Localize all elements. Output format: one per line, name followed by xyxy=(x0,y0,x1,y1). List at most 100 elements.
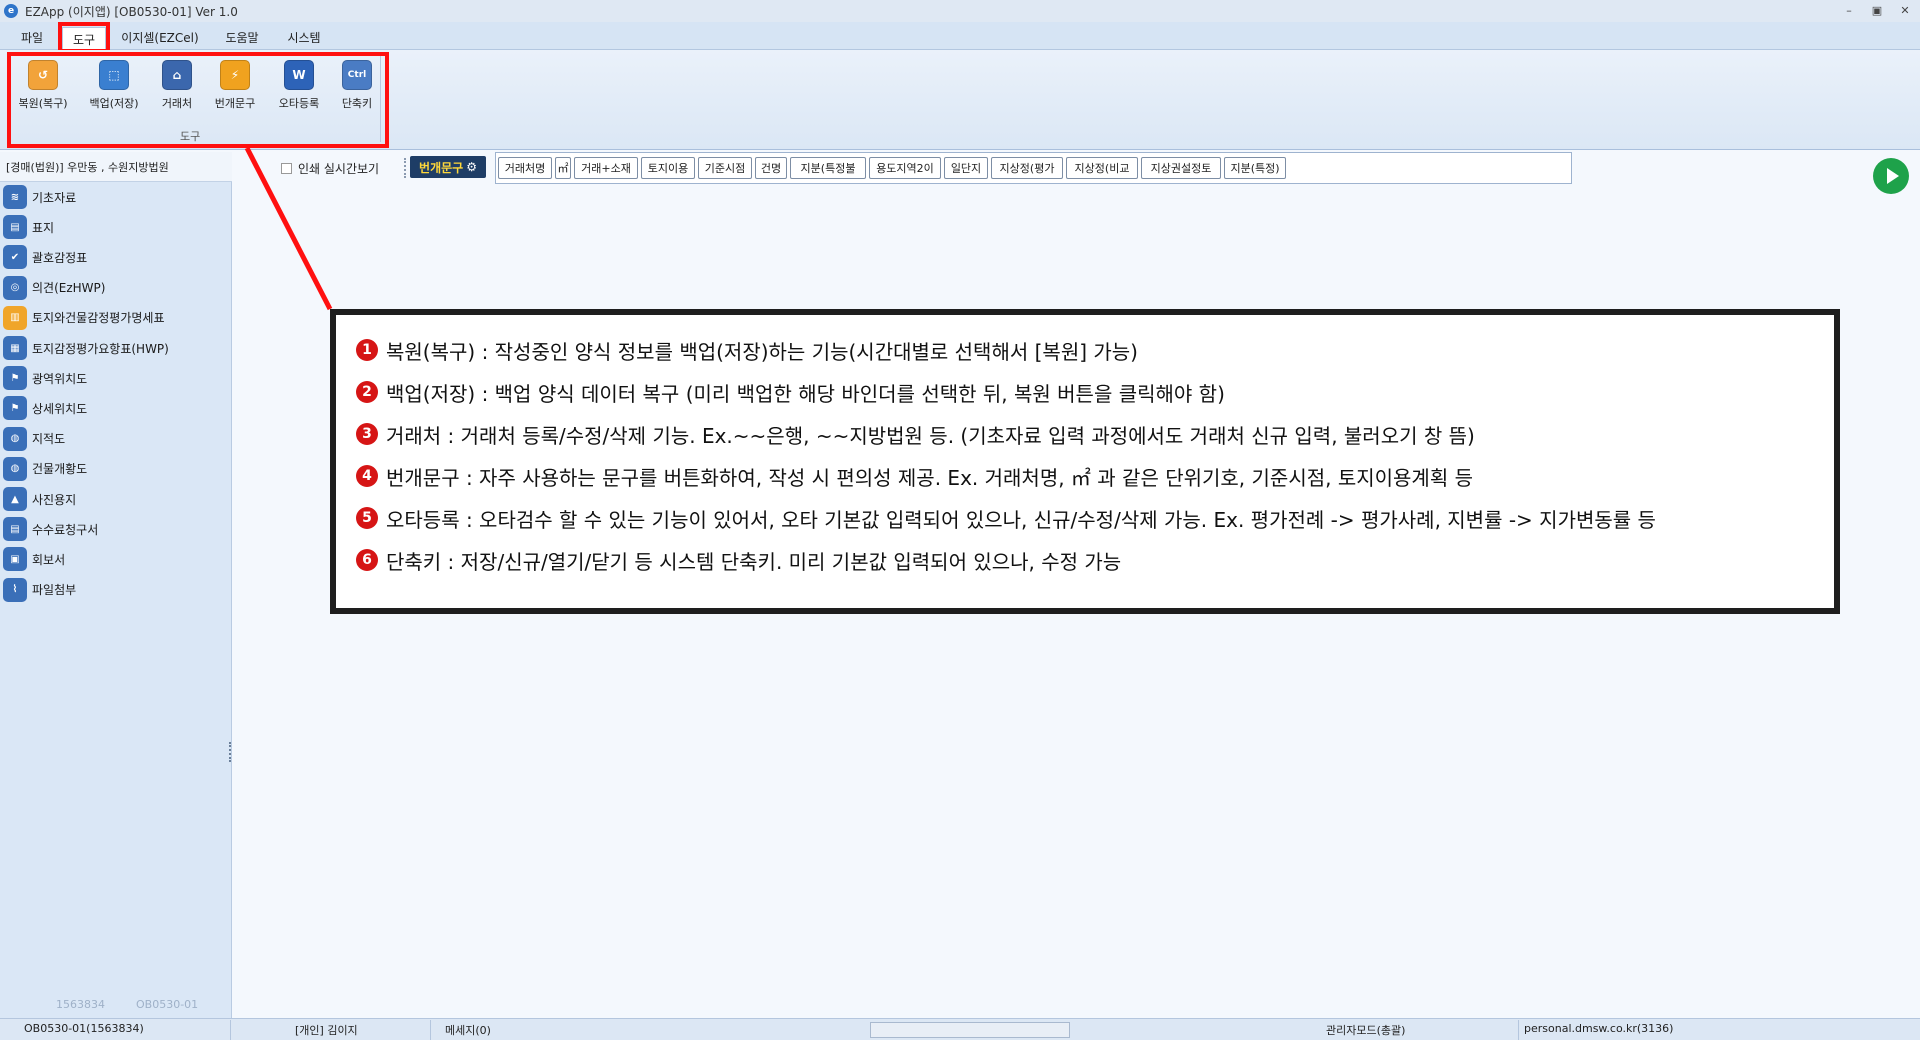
building-globe-icon: ◍ xyxy=(3,456,27,481)
location-pin-icon: ⚑ xyxy=(3,366,27,391)
annotation-line: 1 복원(복구) : 작성중인 양식 정보를 백업(저장)하는 기능(시간대별로 … xyxy=(356,329,1814,371)
status-divider xyxy=(430,1020,431,1040)
nav-item-label: 광역위치도 xyxy=(32,371,88,386)
menu-highlight-box xyxy=(58,22,110,53)
nav-item-label: 사진용지 xyxy=(32,492,77,507)
quick-phrase-chip[interactable]: ㎡ xyxy=(555,157,571,179)
window-title: EZApp (이지앱) [OB0530-01] Ver 1.0 xyxy=(25,4,238,19)
number-badge-icon: 3 xyxy=(356,423,378,445)
quick-phrase-chip[interactable]: 토지이용 xyxy=(641,157,695,179)
status-divider xyxy=(230,1020,231,1040)
nav-item[interactable]: ⚑ 상세위치도 xyxy=(0,394,232,422)
annotation-text: 번개문구 : 자주 사용하는 문구를 버튼화하여, 작성 시 편의성 제공. E… xyxy=(386,465,1473,490)
annotation-line: 5 오타등록 : 오타검수 할 수 있는 기능이 있어서, 오타 기본값 입력되어… xyxy=(356,497,1814,539)
annotation-text: 거래처 : 거래처 등록/수정/삭제 기능. Ex.~~은행, ~~지방법원 등… xyxy=(386,423,1475,448)
status-mode: 관리자모드(총괄) xyxy=(1326,1024,1406,1037)
quick-phrase-settings-label: 번개문구 xyxy=(419,160,464,175)
appraisal-check-icon: ✔ xyxy=(3,245,27,270)
nav-item-label: 괄호감정표 xyxy=(32,250,88,265)
number-badge-icon: 1 xyxy=(356,339,378,361)
quick-phrase-chip[interactable]: 건명 xyxy=(755,157,787,179)
nav-item[interactable]: ▦ 토지감정평가요항표(HWP) xyxy=(0,334,232,362)
print-preview-label: 인쇄 실시간보기 xyxy=(298,162,380,176)
app-logo-icon: e xyxy=(4,4,18,18)
quick-phrase-chip[interactable]: 거래처명 xyxy=(498,157,552,179)
panel-splitter[interactable] xyxy=(229,742,232,762)
nav-item[interactable]: ⌇ 파일첨부 xyxy=(0,576,232,604)
number-badge-icon: 4 xyxy=(356,465,378,487)
nav-item-label: 건물개황도 xyxy=(32,462,88,477)
annotation-text: 오타등록 : 오타검수 할 수 있는 기능이 있어서, 오타 기본값 입력되어 … xyxy=(386,507,1656,532)
status-progress-bar xyxy=(870,1022,1070,1038)
quick-phrase-settings-button[interactable]: 번개문구 ⚙ xyxy=(410,156,486,178)
quick-phrase-chip[interactable]: 지분(특정) xyxy=(1224,157,1286,179)
annotation-box: 1 복원(복구) : 작성중인 양식 정보를 백업(저장)하는 기능(시간대별로 … xyxy=(330,309,1840,614)
nav-item[interactable]: ▣ 회보서 xyxy=(0,545,232,573)
nav-item[interactable]: ▲ 사진용지 xyxy=(0,485,232,513)
nav-item-label: 상세위치도 xyxy=(32,401,88,416)
menu-system[interactable]: 시스템 xyxy=(276,27,332,48)
status-code: OB0530-01(1563834) xyxy=(24,1022,144,1035)
minimize-button[interactable]: – xyxy=(1838,2,1860,18)
annotation-text: 단축키 : 저장/신규/열기/닫기 등 시스템 단축키. 미리 기본값 입력되어… xyxy=(386,549,1122,574)
map-sheet-icon: ▦ xyxy=(3,336,27,360)
status-message[interactable]: 메세지(0) xyxy=(445,1022,491,1038)
stack-layers-icon: ≋ xyxy=(3,185,27,209)
status-server: personal.dmsw.co.kr(3136) xyxy=(1524,1022,1674,1035)
nav-item[interactable]: ▤ 수수료청구서 xyxy=(0,515,232,543)
status-divider xyxy=(1518,1020,1519,1040)
nav-item-label: 지적도 xyxy=(32,432,66,447)
quick-phrase-chip[interactable]: 지상권설정토 xyxy=(1141,157,1221,179)
maximize-button[interactable]: ▣ xyxy=(1866,2,1888,18)
nav-item-label: 표지 xyxy=(32,220,55,235)
quick-phrase-bar: 거래처명 ㎡ 거래+소재 토지이용 기준시점 건명 지분(특정불 용도지역2이 일단지 지상정(평… xyxy=(495,152,1572,184)
annotation-line: 6 단축키 : 저장/신규/열기/닫기 등 시스템 단축키. 미리 기본값 입력되… xyxy=(356,539,1814,581)
photo-icon: ▲ xyxy=(3,487,27,511)
quick-phrase-chip[interactable]: 기준시점 xyxy=(698,157,752,179)
nav-item[interactable]: ◍ 건물개황도 xyxy=(0,455,232,483)
cover-page-icon: ▤ xyxy=(3,215,27,240)
menu-help[interactable]: 도움말 xyxy=(214,27,270,48)
run-button[interactable] xyxy=(1873,158,1909,194)
status-user: [개인] 김이지 xyxy=(295,1024,358,1037)
nav-item-label: 회보서 xyxy=(32,552,66,567)
toolbar-separator xyxy=(404,158,406,178)
globe-map-icon: ◍ xyxy=(3,426,27,451)
nav-item[interactable]: ⚑ 광역위치도 xyxy=(0,364,232,392)
quick-phrase-chip[interactable]: 일단지 xyxy=(944,157,988,179)
menu-file[interactable]: 파일 xyxy=(8,27,56,48)
nav-item[interactable]: ≋ 기초자료 xyxy=(0,183,232,211)
clipboard-icon: ▣ xyxy=(3,547,27,572)
quick-phrase-chip[interactable]: 거래+소재 xyxy=(574,157,638,179)
nav-item-label: 토지감정평가요항표(HWP) xyxy=(32,341,169,356)
nav-item[interactable]: ✔ 괄호감정표 xyxy=(0,243,232,271)
nav-item[interactable]: ◍ 지적도 xyxy=(0,425,232,453)
quick-phrase-chip[interactable]: 지상정(평가 xyxy=(991,157,1063,179)
map-book-icon: ▥ xyxy=(3,305,27,330)
nav-item-label: 기초자료 xyxy=(32,190,77,205)
annotation-line: 3 거래처 : 거래처 등록/수정/삭제 기능. Ex.~~은행, ~~지방법원 … xyxy=(356,413,1814,455)
menu-bar: 파일 도구 이지셀(EZCel) 도움말 시스템 xyxy=(0,22,1920,51)
title-bar: e EZApp (이지앱) [OB0530-01] Ver 1.0 – ▣ ✕ xyxy=(0,0,1920,22)
nav-item[interactable]: ▤ 표지 xyxy=(0,213,232,241)
annotation-text: 복원(복구) : 작성중인 양식 정보를 백업(저장)하는 기능(시간대별로 선… xyxy=(386,339,1138,364)
quick-phrase-chip[interactable]: 지분(특정불 xyxy=(790,157,866,179)
play-icon xyxy=(1887,168,1899,184)
status-bar: OB0530-01(1563834) [개인] 김이지 메세지(0) 관리자모드… xyxy=(0,1018,1920,1040)
nav-item[interactable]: ▥ 토지와건물감정평가명세표 xyxy=(0,304,232,332)
quick-phrase-chip[interactable]: 용도지역2이 xyxy=(869,157,941,179)
number-badge-icon: 6 xyxy=(356,549,378,571)
menu-ezcel[interactable]: 이지셀(EZCel) xyxy=(114,27,206,48)
print-preview-checkbox[interactable] xyxy=(281,163,292,174)
quick-phrase-chip[interactable]: 지상정(비교 xyxy=(1066,157,1138,179)
panel-footer-code: OB0530-01 xyxy=(136,998,199,1011)
nav-item[interactable]: ◎ 의견(EzHWP) xyxy=(0,274,232,302)
close-button[interactable]: ✕ xyxy=(1894,2,1916,18)
number-badge-icon: 2 xyxy=(356,381,378,403)
paperclip-icon: ⌇ xyxy=(3,577,27,602)
nav-item-label: 파일첨부 xyxy=(32,583,77,598)
number-badge-icon: 5 xyxy=(356,507,378,529)
annotation-text: 백업(저장) : 백업 양식 데이터 복구 (미리 백업한 해당 바인더를 선택… xyxy=(386,381,1225,406)
annotation-line: 4 번개문구 : 자주 사용하는 문구를 버튼화하여, 작성 시 편의성 제공. … xyxy=(356,455,1814,497)
annotation-line: 2 백업(저장) : 백업 양식 데이터 복구 (미리 백업한 해당 바인더를 선… xyxy=(356,371,1814,413)
